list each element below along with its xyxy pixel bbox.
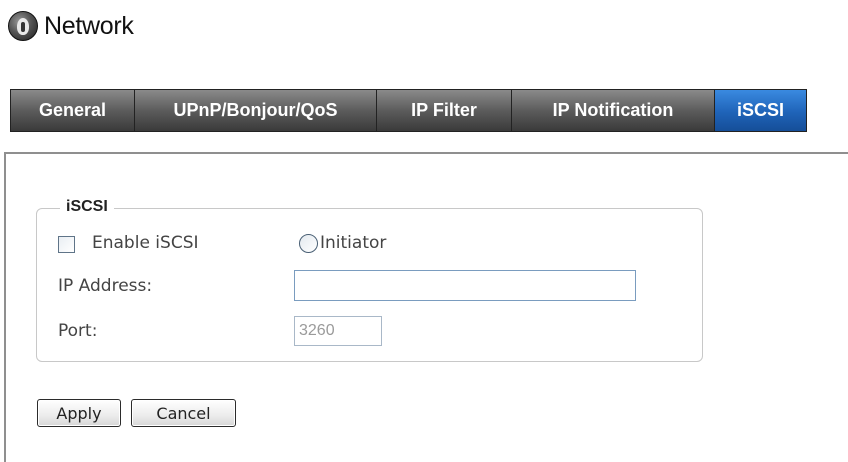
initiator-label[interactable]: Initiator bbox=[320, 233, 386, 253]
ip-address-input[interactable] bbox=[294, 270, 636, 301]
iscsi-legend: iSCSI bbox=[60, 198, 114, 216]
network-globe-icon bbox=[8, 11, 38, 41]
cancel-button[interactable]: Cancel bbox=[131, 399, 236, 427]
port-label: Port: bbox=[58, 321, 98, 341]
enable-iscsi-label[interactable]: Enable iSCSI bbox=[92, 233, 199, 253]
tab-iscsi[interactable]: iSCSI bbox=[715, 90, 806, 131]
tab-general[interactable]: General bbox=[11, 90, 135, 131]
initiator-radio[interactable] bbox=[299, 234, 318, 253]
ip-address-label: IP Address: bbox=[58, 276, 153, 296]
port-input[interactable] bbox=[294, 316, 382, 346]
page-title: Network bbox=[44, 11, 134, 40]
tab-upnp-bonjour-qos[interactable]: UPnP/Bonjour/QoS bbox=[135, 90, 377, 131]
enable-iscsi-checkbox[interactable] bbox=[58, 236, 75, 253]
tab-ip-notification[interactable]: IP Notification bbox=[512, 90, 715, 131]
tab-ip-filter[interactable]: IP Filter bbox=[377, 90, 512, 131]
apply-button[interactable]: Apply bbox=[37, 399, 121, 427]
page-header: Network bbox=[8, 10, 134, 42]
tab-bar: General UPnP/Bonjour/QoS IP Filter IP No… bbox=[10, 89, 807, 132]
